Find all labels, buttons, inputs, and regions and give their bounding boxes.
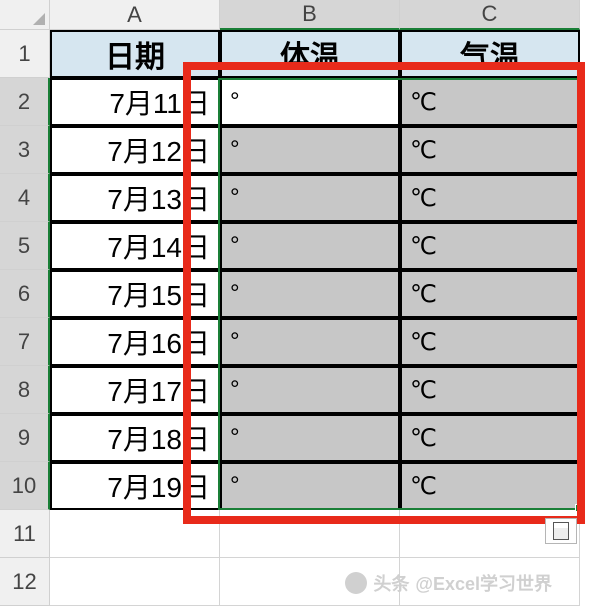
cell-A5[interactable]: 7月14日: [50, 222, 220, 270]
col-header-B[interactable]: B: [220, 0, 400, 30]
col-header-C[interactable]: C: [400, 0, 580, 30]
cell-B6[interactable]: °: [220, 270, 400, 318]
row-header-1[interactable]: 1: [0, 30, 50, 78]
cell-C2[interactable]: ℃: [400, 78, 580, 126]
row-header-6[interactable]: 6: [0, 270, 50, 318]
cell-A3[interactable]: 7月12日: [50, 126, 220, 174]
paste-options-button[interactable]: [545, 518, 577, 544]
cell-B7[interactable]: °: [220, 318, 400, 366]
cell-B3[interactable]: °: [220, 126, 400, 174]
cell-B10[interactable]: °: [220, 462, 400, 510]
watermark-prefix: 头条: [373, 570, 409, 596]
row-header-4[interactable]: 4: [0, 174, 50, 222]
cell-A2[interactable]: 7月11日: [50, 78, 220, 126]
watermark-author: @Excel学习世界: [415, 570, 552, 596]
cell-A1[interactable]: 日期: [50, 30, 220, 78]
cell-B8[interactable]: °: [220, 366, 400, 414]
row-header-8[interactable]: 8: [0, 366, 50, 414]
cell-C4[interactable]: ℃: [400, 174, 580, 222]
row-header-5[interactable]: 5: [0, 222, 50, 270]
row-header-3[interactable]: 3: [0, 126, 50, 174]
cell-B5[interactable]: °: [220, 222, 400, 270]
cell-A11[interactable]: [50, 510, 220, 558]
row-header-10[interactable]: 10: [0, 462, 50, 510]
cell-B2[interactable]: °: [220, 78, 400, 126]
row-header-9[interactable]: 9: [0, 414, 50, 462]
cell-B11[interactable]: [220, 510, 400, 558]
cell-C3[interactable]: ℃: [400, 126, 580, 174]
select-all-corner[interactable]: [0, 0, 50, 30]
row-header-2[interactable]: 2: [0, 78, 50, 126]
row-header-12[interactable]: 12: [0, 558, 50, 606]
spreadsheet-grid: A B C 1 日期 体温 气温 2 7月11日 ° ℃ 3 7月12日 ° ℃…: [0, 0, 612, 606]
cell-A7[interactable]: 7月16日: [50, 318, 220, 366]
cell-C1[interactable]: 气温: [400, 30, 580, 78]
cell-C8[interactable]: ℃: [400, 366, 580, 414]
cell-A12[interactable]: [50, 558, 220, 606]
cell-B9[interactable]: °: [220, 414, 400, 462]
cell-C10[interactable]: ℃: [400, 462, 580, 510]
cell-B1[interactable]: 体温: [220, 30, 400, 78]
cell-A6[interactable]: 7月15日: [50, 270, 220, 318]
row-header-11[interactable]: 11: [0, 510, 50, 558]
cell-A9[interactable]: 7月18日: [50, 414, 220, 462]
cell-B4[interactable]: °: [220, 174, 400, 222]
watermark: 头条 @Excel学习世界: [345, 570, 552, 596]
cell-A10[interactable]: 7月19日: [50, 462, 220, 510]
cell-C5[interactable]: ℃: [400, 222, 580, 270]
cell-C6[interactable]: ℃: [400, 270, 580, 318]
col-header-A[interactable]: A: [50, 0, 220, 30]
row-header-7[interactable]: 7: [0, 318, 50, 366]
cell-C9[interactable]: ℃: [400, 414, 580, 462]
watermark-logo-icon: [345, 572, 367, 594]
cell-A4[interactable]: 7月13日: [50, 174, 220, 222]
cell-C7[interactable]: ℃: [400, 318, 580, 366]
cell-A8[interactable]: 7月17日: [50, 366, 220, 414]
